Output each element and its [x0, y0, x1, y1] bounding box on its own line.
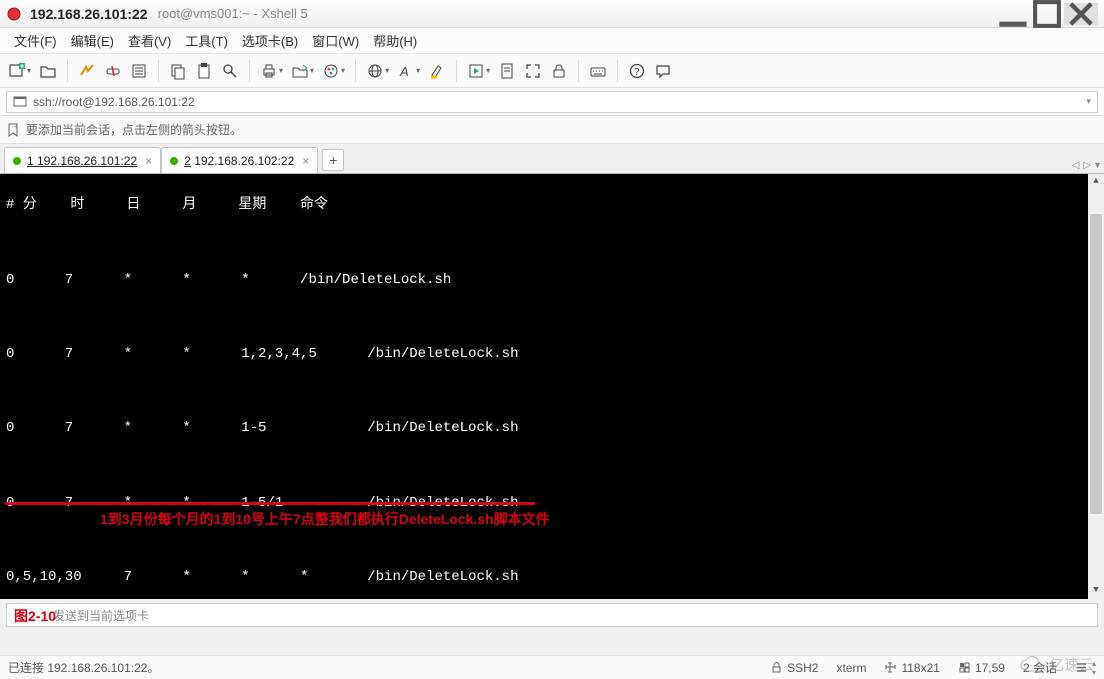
app-logo-icon — [6, 6, 22, 22]
script-icon[interactable]: ▾ — [465, 59, 492, 83]
terminal-header: # 分 时 日 月 星期 命令 — [6, 196, 1098, 215]
bookmark-add-icon[interactable]: + — [6, 123, 20, 137]
svg-text:A: A — [399, 64, 409, 79]
watermark: 亿速云 — [1019, 654, 1094, 675]
toolbar: ▾ ▾ ▾ ▾ ▾ A▾ ▾ ? — [0, 54, 1104, 88]
scroll-thumb[interactable] — [1090, 214, 1102, 514]
cron-row: 0 7 * * 1,2,3,4,5 /bin/DeleteLock.sh — [6, 345, 1098, 364]
compose-placeholder: 发送到当前选项卡 — [53, 607, 149, 624]
maximize-button[interactable] — [1030, 3, 1064, 25]
tab-strip: 1 192.168.26.101:22 × 2 192.168.26.102:2… — [0, 144, 1104, 174]
tab-session-2[interactable]: 2 192.168.26.102:22 × — [161, 147, 318, 173]
status-size: 118x21 — [884, 661, 939, 675]
address-bar[interactable]: ssh://root@192.168.26.101:22 ▾ — [6, 91, 1098, 113]
compose-input[interactable]: 发送到当前选项卡 — [6, 603, 1098, 627]
menu-tabs[interactable]: 选项卡(B) — [236, 29, 304, 52]
lock-icon[interactable] — [548, 59, 570, 83]
scroll-down-icon[interactable]: ▼ — [1088, 583, 1104, 599]
window-title-primary: 192.168.26.101:22 — [30, 6, 148, 22]
properties-icon[interactable] — [128, 59, 150, 83]
new-tab-button[interactable]: + — [322, 149, 344, 171]
address-bar-row: ssh://root@192.168.26.101:22 ▾ — [0, 88, 1104, 116]
fullscreen-icon[interactable] — [522, 59, 544, 83]
hint-bar: + 要添加当前会话，点击左侧的箭头按钮。 — [0, 116, 1104, 144]
reconnect-icon[interactable] — [76, 59, 98, 83]
svg-text:+: + — [14, 124, 18, 131]
annotation-text: 1到3月份每个月的1到10号上午7点整我们都执行DeleteLock.sh脚本文… — [100, 510, 550, 528]
address-dropdown-icon[interactable]: ▾ — [1086, 96, 1091, 107]
cron-row: 0,5,10,30 7 * * * /bin/DeleteLock.sh — [6, 568, 1098, 587]
status-protocol: SSH2 — [770, 661, 818, 675]
title-bar: 192.168.26.101:22 root@vms001:~ - Xshell… — [0, 0, 1104, 28]
highlight-icon[interactable] — [426, 59, 448, 83]
menu-help[interactable]: 帮助(H) — [367, 29, 423, 52]
terminal[interactable]: # 分 时 日 月 星期 命令 0 7 * * * /bin/DeleteLoc… — [0, 174, 1104, 599]
copy-icon[interactable] — [167, 59, 189, 83]
feedback-icon[interactable] — [652, 59, 674, 83]
menu-view[interactable]: 查看(V) — [122, 29, 177, 52]
close-button[interactable] — [1064, 3, 1098, 25]
tab-session-1[interactable]: 1 192.168.26.101:22 × — [4, 147, 161, 173]
log-icon[interactable] — [496, 59, 518, 83]
tab-next-icon[interactable]: ▷ — [1083, 160, 1091, 171]
scroll-up-icon[interactable]: ▲ — [1088, 174, 1104, 190]
session-icon — [13, 95, 27, 109]
tab-nav: ◁ ▷ ▾ — [1072, 160, 1100, 171]
encoding-icon[interactable]: ▾ — [364, 59, 391, 83]
cron-row: 0 7 * * * /bin/DeleteLock.sh — [6, 271, 1098, 290]
help-icon[interactable]: ? — [626, 59, 648, 83]
print-icon[interactable]: ▾ — [258, 59, 285, 83]
minimize-button[interactable] — [996, 3, 1030, 25]
find-icon[interactable] — [219, 59, 241, 83]
status-termtype: xterm — [836, 661, 866, 675]
status-connection: 已连接 192.168.26.101:22。 — [8, 659, 159, 676]
annotation-underline — [5, 502, 535, 505]
open-session-icon[interactable] — [37, 59, 59, 83]
window-title-secondary: root@vms001:~ - Xshell 5 — [158, 6, 308, 21]
status-cursor: 17,59 — [958, 661, 1005, 675]
font-icon[interactable]: A▾ — [395, 59, 422, 83]
menu-file[interactable]: 文件(F) — [8, 29, 63, 52]
tab-close-icon[interactable]: × — [302, 154, 309, 168]
color-scheme-icon[interactable]: ▾ — [320, 59, 347, 83]
hint-text: 要添加当前会话，点击左侧的箭头按钮。 — [26, 121, 242, 138]
figure-label: 图2-10 — [14, 606, 56, 626]
menu-window[interactable]: 窗口(W) — [306, 29, 365, 52]
svg-text:?: ? — [634, 67, 640, 78]
new-session-icon[interactable]: ▾ — [6, 59, 33, 83]
xftp-icon[interactable]: ▾ — [289, 59, 316, 83]
tab-list-icon[interactable]: ▾ — [1095, 160, 1100, 171]
keyboard-icon[interactable] — [587, 59, 609, 83]
paste-icon[interactable] — [193, 59, 215, 83]
cron-row: 0 7 * * 1-5 /bin/DeleteLock.sh — [6, 419, 1098, 438]
terminal-scrollbar[interactable]: ▲ ▼ — [1088, 174, 1104, 599]
address-text: ssh://root@192.168.26.101:22 — [33, 95, 195, 109]
menu-edit[interactable]: 编辑(E) — [65, 29, 120, 52]
tab-close-icon[interactable]: × — [145, 154, 152, 168]
status-dot-icon — [13, 157, 21, 165]
menu-bar: 文件(F) 编辑(E) 查看(V) 工具(T) 选项卡(B) 窗口(W) 帮助(… — [0, 28, 1104, 54]
status-bar: 已连接 192.168.26.101:22。 SSH2 xterm 118x21… — [0, 655, 1104, 679]
tab-prev-icon[interactable]: ◁ — [1072, 160, 1080, 171]
menu-tools[interactable]: 工具(T) — [179, 29, 234, 52]
disconnect-icon[interactable] — [102, 59, 124, 83]
status-dot-icon — [170, 157, 178, 165]
